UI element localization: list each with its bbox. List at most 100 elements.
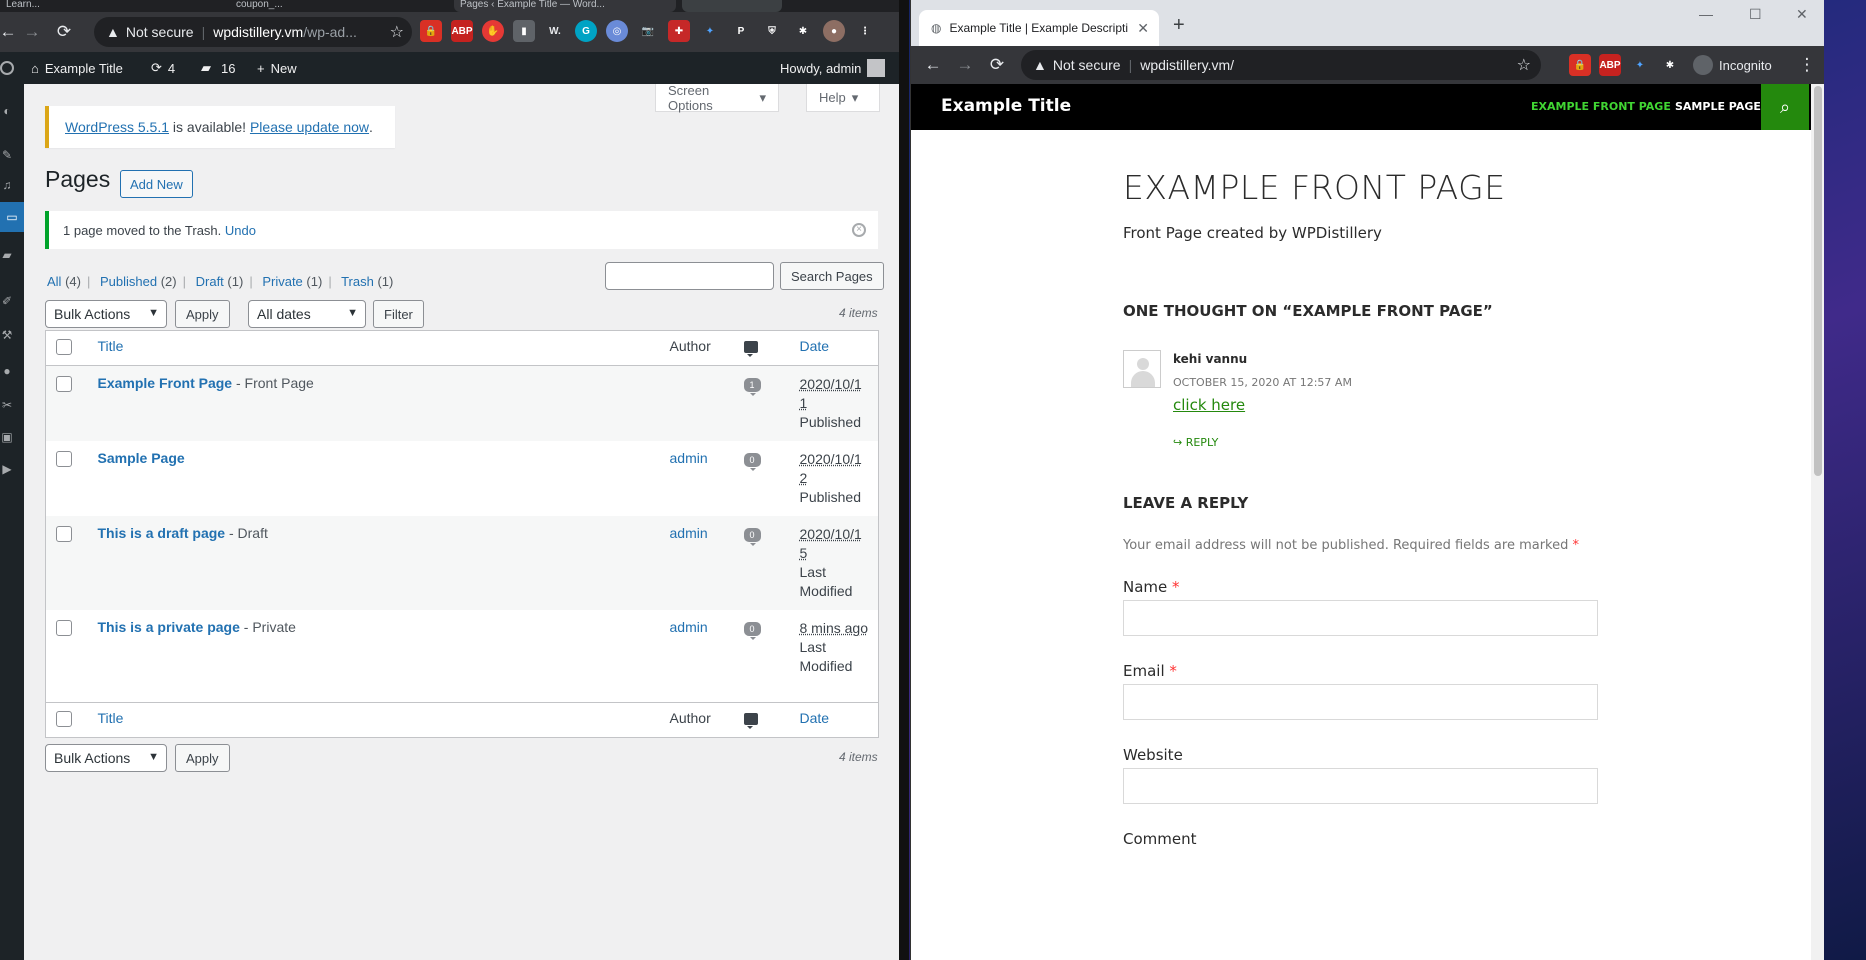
tab-coupon[interactable]: coupon_... [230,0,450,12]
title-column-footer[interactable]: Title [87,701,660,737]
row-checkbox[interactable] [56,451,72,467]
plugins-icon[interactable]: ⚒ [0,328,14,342]
site-title[interactable]: Example Title [941,96,1071,116]
row-checkbox[interactable] [56,620,72,636]
search-pages-button[interactable]: Search Pages [780,262,884,290]
title-column-header[interactable]: Title [87,330,660,366]
admin-bar-account[interactable]: Howdy, admin [780,52,886,84]
select-all-checkbox[interactable] [56,710,72,727]
search-input[interactable] [605,262,774,290]
settings-icon[interactable]: ▣ [0,430,14,444]
book-extension-icon[interactable]: ▮ [513,20,535,42]
back-icon[interactable]: ← [917,49,949,81]
shield-extension-icon[interactable]: ⛨ [761,20,783,42]
update-now-link[interactable]: Please update now [250,119,369,135]
puzzle-extension-icon[interactable]: ✱ [1659,54,1681,76]
website-field[interactable] [1123,768,1598,804]
comments-column-footer[interactable] [733,701,790,737]
profile-avatar-icon[interactable]: ● [823,20,845,42]
apply-button[interactable]: Apply [175,300,230,328]
screen-options-button[interactable]: Screen Options ▾ [655,83,779,113]
incognito-indicator[interactable]: Incognito [1693,50,1772,80]
bulk-actions-select[interactable]: Bulk Actions ▼ [45,300,167,328]
lock-extension-icon[interactable]: 🔒 [420,20,442,42]
pages-icon[interactable]: ▭ [0,202,24,232]
compass-extension-icon[interactable]: ◎ [606,20,628,42]
dates-select[interactable]: All dates ▼ [248,300,366,328]
dashboard-icon[interactable]: ◐ [0,104,14,118]
wordpress-version-link[interactable]: WordPress 5.5.1 [65,119,169,135]
forward-icon[interactable]: → [16,16,48,48]
page-title-link[interactable]: Sample Page [98,450,185,466]
comment-date[interactable]: OCTOBER 15, 2020 AT 12:57 AM [1173,376,1352,389]
name-field[interactable] [1123,600,1598,636]
tab-example-title[interactable]: ◍ Example Title | Example Descripti ✕ [919,10,1159,46]
forward-icon[interactable]: → [949,49,981,81]
tab-pages[interactable]: Pages ‹ Example Title — Word... [454,0,676,12]
reload-icon[interactable]: ⟳ [981,49,1013,81]
help-button[interactable]: Help ▾ [806,84,880,112]
admin-bar-site[interactable]: ⌂ Example Title [31,52,123,84]
reload-icon[interactable]: ⟳ [48,16,80,48]
admin-bar-new[interactable]: + New [257,52,297,84]
g-extension-icon[interactable]: G [575,20,597,42]
page-title-link[interactable]: This is a private page [98,619,240,635]
w-extension-icon[interactable]: W. [544,20,566,42]
page-title-link[interactable]: This is a draft page [98,525,226,541]
new-tab-icon[interactable]: + [1173,14,1185,37]
row-checkbox[interactable] [56,526,72,542]
collapse-menu-icon[interactable]: ▶ [0,462,14,476]
users-icon[interactable]: ● [0,364,14,378]
author-cell[interactable]: admin [660,610,734,702]
lock-extension-icon[interactable]: 🔒 [1569,54,1591,76]
search-icon[interactable]: ⌕ [1761,84,1809,130]
comment-count-bubble[interactable]: 0 [743,622,761,640]
adblock-extension-icon[interactable]: ABP [451,20,473,42]
bird-extension-icon[interactable]: ✦ [1629,54,1651,76]
bookmark-star-icon[interactable]: ☆ [1517,55,1531,75]
admin-bar-comments[interactable]: ▰ 16 [201,52,235,84]
back-icon[interactable]: ← [0,16,17,48]
comment-count-bubble[interactable]: 1 [743,378,761,396]
comment-count-bubble[interactable]: 0 [743,453,761,471]
filter-private[interactable]: Private (1) [262,274,322,289]
p-extension-icon[interactable]: P [730,20,752,42]
puzzle-extension-icon[interactable]: ✱ [792,20,814,42]
author-cell[interactable] [660,366,734,442]
page-title-link[interactable]: Example Front Page [98,375,233,391]
undo-link[interactable]: Undo [225,223,256,238]
filter-all[interactable]: All (4) [47,274,81,289]
maximize-icon[interactable]: ☐ [1749,6,1762,23]
hand-extension-icon[interactable]: ✋ [482,20,504,42]
page-scrollbar[interactable] [1811,84,1824,960]
tab-extra[interactable] [682,0,782,12]
nav-sample-page[interactable]: SAMPLE PAGE [1675,100,1761,113]
tab-learn[interactable]: Learn... [0,0,220,12]
bulk-actions-select-bottom[interactable]: Bulk Actions ▼ [45,744,167,772]
filter-draft[interactable]: Draft (1) [196,274,244,289]
date-column-footer[interactable]: Date [789,701,879,737]
dismiss-icon[interactable]: × [852,223,866,237]
posts-icon[interactable]: ✎ [0,148,14,162]
admin-bar-updates[interactable]: ⟳ 4 [151,52,175,84]
filter-trash[interactable]: Trash (1) [341,274,393,289]
apply-button-bottom[interactable]: Apply [175,744,230,772]
left-address-bar[interactable]: ▲ Not secure | wpdistillery.vm /wp-ad...… [94,17,412,47]
email-field[interactable] [1123,684,1598,720]
tools-icon[interactable]: ✂ [0,398,14,412]
bookmark-star-icon[interactable]: ☆ [390,22,404,42]
pocket-extension-icon[interactable]: ✚ [668,20,690,42]
menu-kebab-icon[interactable]: ⋮ [1791,49,1823,81]
nav-example-front-page[interactable]: EXAMPLE FRONT PAGE [1531,100,1671,113]
camera-extension-icon[interactable]: 📷 [637,20,659,42]
filter-button[interactable]: Filter [373,300,424,328]
comments-menu-icon[interactable]: ▰ [0,248,14,262]
reply-link[interactable]: ↪ REPLY [1173,436,1218,449]
close-window-icon[interactable]: ✕ [1796,6,1808,23]
adblock-extension-icon[interactable]: ABP [1599,54,1621,76]
date-column-header[interactable]: Date [789,330,879,366]
add-new-button[interactable]: Add New [120,170,193,198]
comments-column-header[interactable] [733,330,790,366]
minimize-icon[interactable]: — [1699,6,1713,22]
right-address-bar[interactable]: ▲ Not secure | wpdistillery.vm/ ☆ [1021,50,1541,80]
